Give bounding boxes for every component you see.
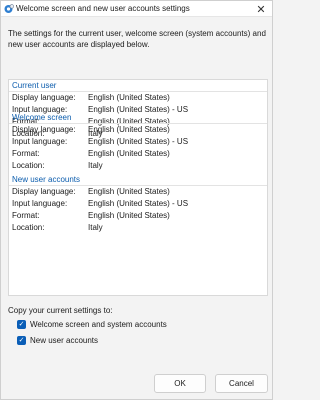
setting-row: Input language: English (United States) -…	[9, 198, 267, 210]
setting-label: Input language:	[12, 199, 68, 208]
intro-text: The settings for the current user, welco…	[8, 29, 266, 49]
welcome-screen-checkbox-row[interactable]: ✓ Welcome screen and system accounts	[17, 318, 167, 330]
setting-value: English (United States)	[88, 125, 170, 134]
setting-label: Format:	[12, 211, 40, 220]
setting-label: Location:	[12, 223, 45, 232]
setting-row: Format: English (United States)	[9, 148, 267, 160]
setting-value: English (United States)	[88, 187, 170, 196]
setting-label: Location:	[12, 161, 45, 170]
new-user-accounts-checkbox[interactable]: ✓	[17, 335, 26, 345]
cancel-button[interactable]: Cancel	[215, 374, 268, 393]
setting-row: Format: English (United States)	[9, 210, 267, 222]
section-heading: New user accounts	[9, 174, 267, 186]
setting-row: Display language: English (United States)	[9, 92, 267, 104]
setting-value: English (United States) - US	[88, 137, 189, 146]
setting-row: Display language: English (United States)	[9, 186, 267, 198]
setting-value: Italy	[88, 223, 103, 232]
close-icon: ✕	[256, 3, 266, 16]
setting-value: English (United States)	[88, 149, 170, 158]
section-heading: Current user	[9, 80, 267, 92]
setting-row: Input language: English (United States) -…	[9, 136, 267, 148]
setting-label: Display language:	[12, 93, 76, 102]
welcome-screen-checkbox[interactable]: ✓	[17, 319, 26, 329]
setting-value: English (United States) - US	[88, 199, 189, 208]
title-bar: Welcome screen and new user accounts set…	[1, 1, 272, 17]
section-heading: Welcome screen	[9, 112, 267, 124]
copy-settings-label: Copy your current settings to:	[8, 306, 113, 315]
checkmark-icon: ✓	[18, 336, 25, 344]
setting-value: English (United States)	[88, 93, 170, 102]
globe-settings-icon	[4, 4, 14, 13]
section-new-user-accounts: New user accounts Display language: Engli…	[9, 174, 267, 234]
setting-label: Format:	[12, 149, 40, 158]
setting-label: Input language:	[12, 137, 68, 146]
section-welcome-screen: Welcome screen Display language: English …	[9, 112, 267, 172]
setting-row: Location: Italy	[9, 160, 267, 172]
setting-value: Italy	[88, 161, 103, 170]
setting-row: Display language: English (United States)	[9, 124, 267, 136]
setting-label: Display language:	[12, 187, 76, 196]
ok-button[interactable]: OK	[154, 374, 206, 393]
settings-dialog: Welcome screen and new user accounts set…	[0, 0, 273, 400]
setting-label: Display language:	[12, 125, 76, 134]
new-user-accounts-checkbox-label[interactable]: New user accounts	[30, 336, 98, 345]
checkmark-icon: ✓	[18, 320, 25, 328]
close-button[interactable]: ✕	[250, 1, 272, 17]
setting-row: Location: Italy	[9, 222, 267, 234]
window-title: Welcome screen and new user accounts set…	[16, 4, 190, 13]
new-user-accounts-checkbox-row[interactable]: ✓ New user accounts	[17, 334, 98, 346]
setting-value: English (United States)	[88, 211, 170, 220]
welcome-screen-checkbox-label[interactable]: Welcome screen and system accounts	[30, 320, 167, 329]
settings-panel: Current user Display language: English (U…	[8, 79, 268, 296]
